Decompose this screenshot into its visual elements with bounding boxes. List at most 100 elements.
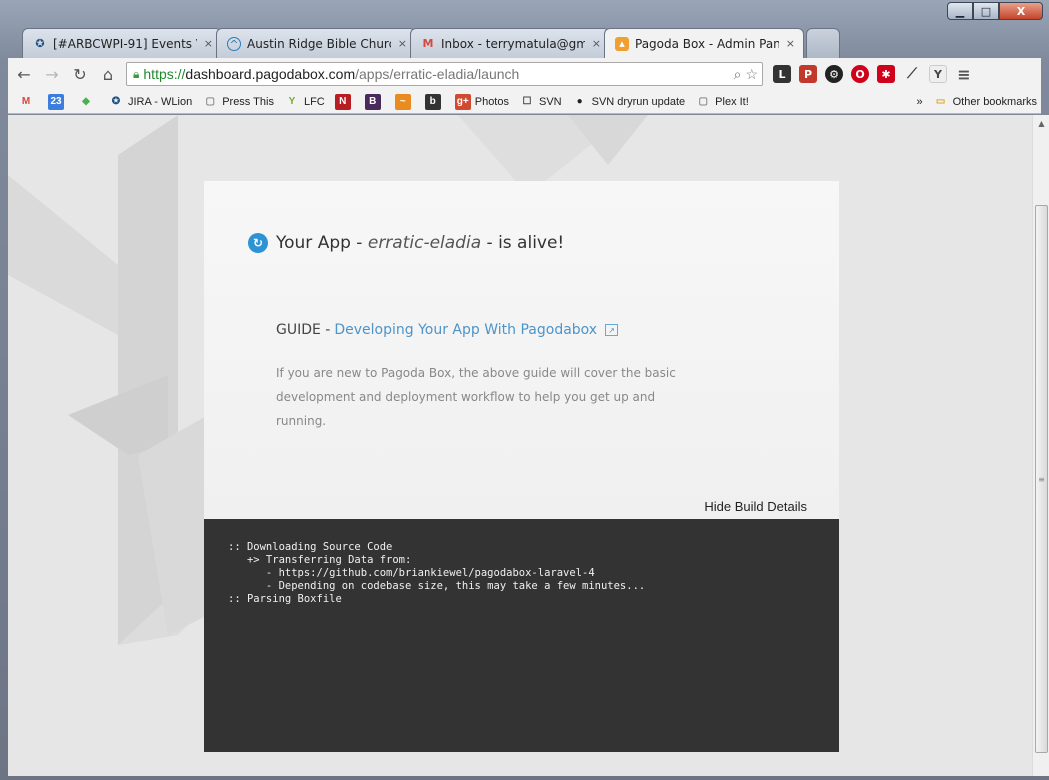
tab-gmail-inbox[interactable]: M Inbox - terrymatula@gma × (410, 28, 610, 58)
tab-close-icon[interactable]: × (786, 37, 795, 50)
url-scheme: https:// (143, 66, 186, 82)
tab-jira[interactable]: ✪ [#ARBCWPI-91] Events Vie × (22, 28, 222, 58)
bookmarks-overflow-button[interactable]: » (917, 96, 923, 108)
bookmark-plex[interactable]: ▢ Plex It! (695, 94, 749, 110)
svn-bookmark-icon: ☐ (522, 96, 532, 107)
console-line: :: Downloading Source Code (228, 541, 393, 553)
eyedropper-icon[interactable]: ⟋ (903, 65, 921, 83)
tab-title: Pagoda Box - Admin Pane (635, 36, 779, 51)
app-name: erratic-eladia (367, 233, 482, 253)
puzzle-icon[interactable]: ✱ (877, 65, 895, 83)
bookmark-drive[interactable]: ◆ (78, 94, 98, 110)
bookmark-star-icon[interactable]: ☆ (745, 66, 758, 83)
hide-build-details-link[interactable]: Hide Build Details (704, 499, 807, 514)
photos-bookmark-icon: g+ (454, 93, 471, 110)
console-line: +> Transferring Data from: (228, 554, 412, 566)
tab-close-icon[interactable]: × (592, 37, 601, 50)
page-title: ↻ Your App - erratic-eladia - is alive! (248, 233, 564, 253)
url-path: /apps/erratic-eladia/launch (355, 66, 520, 82)
jira-bookmark-icon: ✪ (111, 96, 121, 107)
scroll-up-icon[interactable]: ▲ (1033, 115, 1049, 132)
other-bookmarks-label: Other bookmarks (952, 95, 1037, 108)
search-page-icon[interactable]: ⌕ (734, 66, 742, 83)
bookmark-svn[interactable]: ☐ SVN (519, 94, 562, 110)
bookmark-bit[interactable]: b (424, 93, 445, 110)
bookmark-jira[interactable]: ✪ JIRA - WLion (108, 94, 192, 110)
bookmark-label: LFC (303, 95, 325, 108)
external-link-icon[interactable]: ↗ (605, 324, 619, 336)
tab-austin-ridge[interactable]: ^ Austin Ridge Bible Church × (216, 28, 416, 58)
console-line: - https://github.com/briankiewel/pagodab… (228, 567, 595, 579)
url-host: dashboard.pagodabox.com (185, 66, 356, 82)
pdf-icon[interactable]: P (799, 65, 817, 83)
b-bookmark-icon: B (364, 93, 381, 110)
new-tab-button[interactable] (806, 28, 840, 58)
bookmarks-right: » ▭ Other bookmarks (917, 94, 1042, 110)
build-console: :: Downloading Source Code +> Transferri… (204, 519, 839, 752)
guide-heading: GUIDE - Developing Your App With Pagodab… (276, 322, 619, 338)
bookmark-label: JIRA - WLion (128, 95, 193, 108)
plex-bookmark-icon: ▢ (698, 96, 708, 107)
back-icon[interactable]: ← (12, 62, 36, 86)
vertical-scrollbar[interactable]: ▲ ≡ (1032, 115, 1049, 776)
page-viewport: ↻ Your App - erratic-eladia - is alive! … (8, 115, 1032, 776)
address-bar[interactable]: 🔒︎ https://dashboard.pagodabox.com/apps/… (126, 62, 763, 86)
close-window-button[interactable]: X (999, 2, 1043, 20)
tab-pagoda-box[interactable]: ▴ Pagoda Box - Admin Pane × (604, 28, 804, 58)
guide-link[interactable]: Developing Your App With Pagodabox (334, 322, 597, 338)
menu-icon[interactable]: ≡ (955, 65, 973, 84)
bookmark-svn-dryrun[interactable]: ● SVN dryrun update (572, 94, 686, 110)
forward-icon[interactable]: → (40, 62, 64, 86)
y-extension-icon[interactable]: Y (929, 65, 947, 83)
reload-icon[interactable]: ↻ (68, 62, 92, 86)
scroll-thumb[interactable]: ≡ (1035, 205, 1048, 753)
bookmark-label: SVN dryrun update (591, 95, 686, 108)
tab-title: Austin Ridge Bible Church (247, 36, 391, 51)
bookmark-label: SVN (538, 95, 562, 108)
tab-title: [#ARBCWPI-91] Events Vie (53, 36, 197, 51)
card-header: ↻ Your App - erratic-eladia - is alive! … (204, 181, 839, 519)
console-line: :: Parsing Boxfile (228, 593, 342, 605)
settings-ext-icon[interactable]: ⚙ (825, 65, 843, 83)
bookmark-label: Photos (474, 95, 509, 108)
bookmark-label: Press This (222, 95, 274, 108)
lock-icon: 🔒︎ (133, 66, 140, 81)
browser-window: ▁ □ X ✪ [#ARBCWPI-91] Events Vie × ^ Aus… (0, 0, 1049, 780)
home-icon[interactable]: ⌂ (96, 62, 120, 86)
title-suffix: - is alive! (486, 233, 565, 253)
bookmark-lfc[interactable]: Y LFC (284, 94, 325, 110)
gmail-bookmark-icon: M (21, 96, 31, 107)
bookmark-photos[interactable]: g+ Photos (454, 93, 509, 110)
bookmark-calendar[interactable]: 23 (48, 93, 68, 110)
sync-status-icon: ↻ (248, 233, 268, 253)
bookmark-gmail[interactable]: M (18, 94, 38, 110)
bookmark-press-this[interactable]: ▢ Press This (202, 94, 274, 110)
tab-close-icon[interactable]: × (398, 37, 407, 50)
tab-close-icon[interactable]: × (204, 37, 213, 50)
maximize-button[interactable]: □ (973, 2, 999, 20)
tab-title: Inbox - terrymatula@gma (441, 36, 585, 51)
pagodabox-icon: ▴ (615, 36, 629, 51)
guide-description: If you are new to Pagoda Box, the above … (276, 366, 676, 428)
extension-icons: L P ⚙ O ✱ ⟋ Y ≡ (773, 65, 973, 84)
other-bookmarks-folder[interactable]: ▭ Other bookmarks (933, 94, 1037, 110)
window-controls: ▁ □ X (947, 2, 1043, 20)
tab-strip: ✪ [#ARBCWPI-91] Events Vie × ^ Austin Ri… (22, 28, 840, 58)
minimize-button[interactable]: ▁ (947, 2, 973, 20)
lastpass-icon[interactable]: L (773, 65, 791, 83)
bookmark-label: Plex It! (715, 95, 749, 108)
gmail-icon: M (422, 36, 434, 50)
bookmark-feed[interactable]: ~ (394, 93, 415, 110)
omnibox-actions: ⌕ ☆ (734, 66, 762, 83)
opera-icon[interactable]: O (851, 65, 869, 83)
browser-toolbar: ← → ↻ ⌂ 🔒︎ https://dashboard.pagodabox.c… (8, 58, 1041, 90)
folder-icon: ▭ (935, 96, 946, 107)
svn-dryrun-bookmark-icon: ● (576, 96, 583, 107)
page-bookmark-icon: ▢ (205, 96, 215, 107)
launch-card: ↻ Your App - erratic-eladia - is alive! … (204, 181, 839, 776)
netflix-bookmark-icon: N (334, 93, 351, 110)
console-line: - Depending on codebase size, this may t… (228, 580, 646, 592)
bookmark-netflix[interactable]: N (334, 93, 355, 110)
guide-label: GUIDE - (276, 322, 331, 338)
bookmark-b[interactable]: B (364, 93, 385, 110)
